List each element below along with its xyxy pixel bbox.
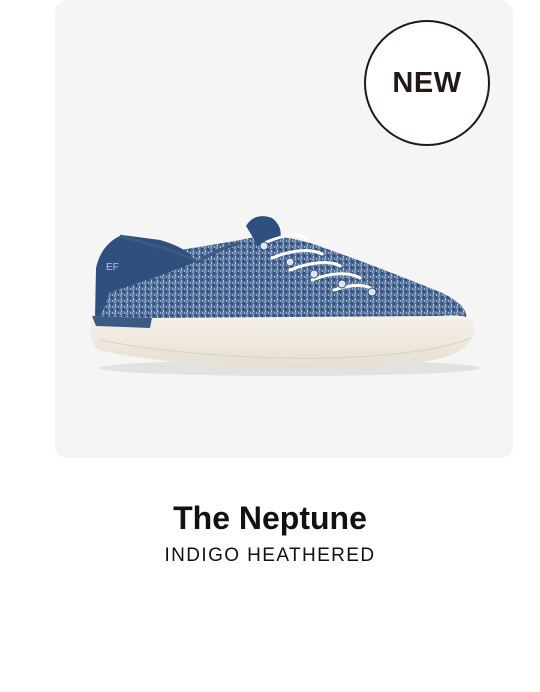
new-badge: NEW — [364, 20, 490, 146]
product-card[interactable]: EF NEW The Neptune INDIGO HEATHERED — [0, 0, 540, 692]
new-badge-label: NEW — [392, 66, 462, 99]
product-name[interactable]: The Neptune — [0, 500, 540, 537]
product-colorway: INDIGO HEATHERED — [164, 545, 376, 566]
svg-text:EF: EF — [106, 262, 119, 273]
